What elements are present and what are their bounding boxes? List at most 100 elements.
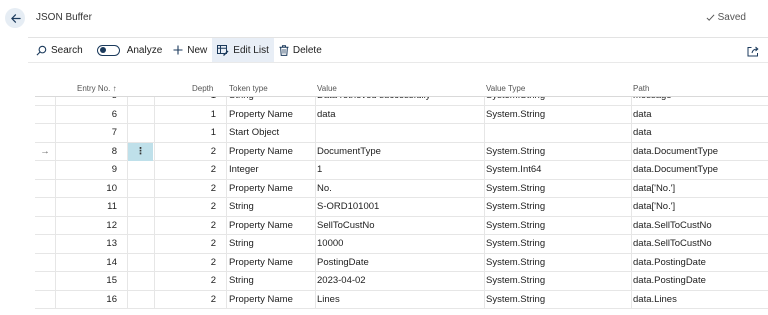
cell-depth[interactable]: 2 <box>155 272 220 291</box>
cell-depth[interactable]: 1 <box>155 106 220 125</box>
cell-depth[interactable]: 2 <box>155 254 220 273</box>
cell-entry-no[interactable]: 12 <box>55 217 121 236</box>
column-divider <box>127 290 128 308</box>
cell-depth[interactable]: 2 <box>155 143 220 162</box>
cell-token-type[interactable]: String <box>227 235 315 254</box>
cell-entry-no[interactable]: 16 <box>55 291 121 310</box>
cell-entry-no[interactable]: 8 <box>55 143 121 162</box>
table-row[interactable]: 9 2 Integer 1 System.Int64 data.DocumentType <box>35 161 768 180</box>
column-divider <box>127 161 128 179</box>
cell-value[interactable]: Lines <box>316 291 483 310</box>
cell-value-type[interactable] <box>485 124 630 143</box>
cell-entry-no[interactable]: 10 <box>55 180 121 199</box>
delete-button[interactable]: Delete <box>274 38 327 62</box>
cell-token-type[interactable]: Property Name <box>227 254 315 273</box>
cell-token-type[interactable]: String <box>227 198 315 217</box>
cell-path[interactable]: data['No.'] <box>632 198 768 217</box>
cell-value[interactable]: DocumentType <box>316 143 483 162</box>
cell-entry-no[interactable]: 6 <box>55 106 121 125</box>
cell-token-type[interactable]: String <box>227 272 315 291</box>
cell-depth[interactable]: 1 <box>155 97 220 106</box>
cell-entry-no[interactable]: 14 <box>55 254 121 273</box>
table-row[interactable]: → 8 ⋮ 2 Property Name DocumentType System.Stri… <box>35 142 768 162</box>
cell-depth[interactable]: 2 <box>155 180 220 199</box>
cell-token-type[interactable]: String <box>227 97 315 106</box>
table-row[interactable]: 5 1 StringData retrieved successfullySyste… <box>35 97 768 106</box>
cell-value-type[interactable]: System.String <box>485 235 630 254</box>
cell-token-type[interactable]: Property Name <box>227 291 315 310</box>
cell-value-type[interactable]: System.Int64 <box>485 161 630 180</box>
cell-token-type[interactable]: Start Object <box>227 124 315 143</box>
cell-path[interactable]: data['No.'] <box>632 180 768 199</box>
cell-depth[interactable]: 2 <box>155 198 220 217</box>
toggle-switch-icon <box>96 44 120 56</box>
cell-value[interactable]: PostingDate <box>316 254 483 273</box>
table-row[interactable]: 12 2 Property Name SellToCustNo System.Strin… <box>35 216 768 236</box>
table-row[interactable]: 11 2 String S-ORD101001 System.String data['N… <box>35 198 768 217</box>
cell-path[interactable]: data.DocumentType <box>632 161 768 180</box>
cell-value-type[interactable]: System.String <box>485 97 630 106</box>
cell-value-type[interactable]: System.String <box>485 291 630 310</box>
back-button[interactable] <box>5 8 25 28</box>
cell-depth[interactable]: 2 <box>155 161 220 180</box>
cell-value[interactable]: 2023-04-02 <box>316 272 483 291</box>
table-row[interactable]: 14 2 Property Name PostingDate System.String… <box>35 253 768 273</box>
cell-value[interactable]: data <box>316 106 483 125</box>
cell-depth[interactable]: 2 <box>155 217 220 236</box>
analyze-toggle[interactable]: Analyze <box>92 38 168 62</box>
cell-token-type[interactable]: Property Name <box>227 180 315 199</box>
cell-entry-no[interactable]: 7 <box>55 124 121 143</box>
cell-path[interactable]: data.DocumentType <box>632 143 768 162</box>
cell-value[interactable]: 1 <box>316 161 483 180</box>
cell-token-type[interactable]: Property Name <box>227 217 315 236</box>
cell-entry-no[interactable]: 13 <box>55 235 121 254</box>
cell-value[interactable]: SellToCustNo <box>316 217 483 236</box>
cell-token-type[interactable]: Property Name <box>227 143 315 162</box>
table-row[interactable]: 7 1 Start Object data <box>35 124 768 143</box>
cell-path[interactable]: data.PostingDate <box>632 254 768 273</box>
cell-path[interactable]: message <box>632 97 768 106</box>
table-row[interactable]: 15 2 String 2023-04-02 System.String data.Pos… <box>35 272 768 291</box>
cell-path[interactable]: data.PostingDate <box>632 272 768 291</box>
cell-value-type[interactable]: System.String <box>485 217 630 236</box>
cell-path[interactable]: data.SellToCustNo <box>632 217 768 236</box>
table-row[interactable]: 10 2 Property Name No. System.String data['No… <box>35 179 768 199</box>
edit-list-button[interactable]: Edit List <box>212 38 274 62</box>
action-bar: Search Analyze New Edit List Delete <box>28 38 768 62</box>
table-row[interactable]: 16 2 Property Name Lines System.String data.L… <box>35 290 768 310</box>
cell-token-type[interactable]: Property Name <box>227 106 315 125</box>
cell-value[interactable]: No. <box>316 180 483 199</box>
new-button[interactable]: New <box>168 38 212 62</box>
cell-value[interactable]: S-ORD101001 <box>316 198 483 217</box>
cell-depth[interactable]: 2 <box>155 235 220 254</box>
cell-value-type[interactable]: System.String <box>485 254 630 273</box>
grid-rows-viewport[interactable]: 51StringData retrieved successfullySyste… <box>35 97 768 315</box>
cell-value-type[interactable]: System.String <box>485 180 630 199</box>
cell-value-type[interactable]: System.String <box>485 198 630 217</box>
trash-icon <box>279 44 289 56</box>
cell-value-type[interactable]: System.String <box>485 272 630 291</box>
cell-value[interactable]: 10000 <box>316 235 483 254</box>
table-row[interactable]: 13 2 String 10000 System.String data.SellToCu… <box>35 235 768 254</box>
cell-depth[interactable]: 2 <box>155 291 220 310</box>
cell-value[interactable] <box>316 124 483 143</box>
cell-path[interactable]: data.SellToCustNo <box>632 235 768 254</box>
cell-depth[interactable]: 1 <box>155 124 220 143</box>
column-divider <box>127 105 128 123</box>
cell-token-type[interactable]: Integer <box>227 161 315 180</box>
cell-entry-no[interactable]: 15 <box>55 272 121 291</box>
share-button[interactable] <box>747 44 759 62</box>
row-actions-menu-icon[interactable]: ⋮ <box>128 142 153 161</box>
grid-rows: 51StringData retrieved successfullySyste… <box>35 97 768 309</box>
cell-entry-no[interactable]: 11 <box>55 198 121 217</box>
cell-path[interactable]: data.Lines <box>632 291 768 310</box>
cell-value-type[interactable]: System.String <box>485 143 630 162</box>
table-row[interactable]: 6 1 Property Name data System.String data <box>35 105 768 125</box>
search-button[interactable]: Search <box>31 38 88 62</box>
cell-entry-no[interactable]: 5 <box>55 97 121 106</box>
cell-path[interactable]: data <box>632 124 768 143</box>
cell-value[interactable]: Data retrieved successfully <box>316 97 483 106</box>
cell-value-type[interactable]: System.String <box>485 106 630 125</box>
cell-entry-no[interactable]: 9 <box>55 161 121 180</box>
cell-path[interactable]: data <box>632 106 768 125</box>
